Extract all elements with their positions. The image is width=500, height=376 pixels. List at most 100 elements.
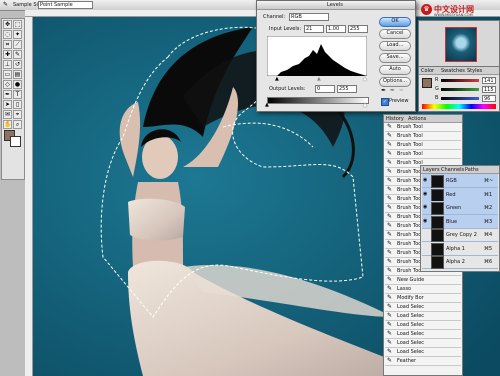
tab-channels[interactable]: Channels xyxy=(441,167,464,173)
hand-icon[interactable]: ✋ xyxy=(3,120,12,129)
shape-icon[interactable]: ▯ xyxy=(13,100,22,109)
output-black-slider[interactable]: ▲ xyxy=(265,102,269,108)
dodge-icon[interactable]: ● xyxy=(13,80,22,89)
history-item-label: Load Selec xyxy=(397,340,425,346)
levels-titlebar[interactable]: Levels xyxy=(257,1,415,10)
channel-row[interactable]: ◉ Red ⌘1 xyxy=(422,187,498,202)
cancel-button[interactable]: Cancel xyxy=(379,29,411,39)
history-item[interactable]: ✎ Load Selec xyxy=(385,348,461,357)
blur-icon[interactable]: ◇ xyxy=(3,80,12,89)
slice-icon[interactable]: ⟋ xyxy=(13,40,22,49)
input-level-white-field[interactable]: 255 xyxy=(348,25,368,33)
heal-icon[interactable]: ✚ xyxy=(3,50,12,59)
white-eyedropper-icon[interactable]: ✒ xyxy=(399,87,404,94)
history-state-icon: ✎ xyxy=(387,267,393,274)
eraser-icon[interactable]: ▭ xyxy=(3,70,12,79)
channel-row[interactable]: Alpha 1 ⌘5 xyxy=(422,242,498,256)
path-select-icon[interactable]: ➤ xyxy=(3,100,12,109)
input-level-gamma-field[interactable]: 1.00 xyxy=(326,25,346,33)
history-item[interactable]: ✎ Load Selec xyxy=(385,303,461,312)
visibility-eye-icon[interactable]: ◉ xyxy=(423,177,427,183)
notes-icon[interactable]: ✉ xyxy=(3,110,12,119)
channel-select[interactable]: RGB xyxy=(289,13,329,21)
slider-r-value[interactable]: 141 xyxy=(482,77,496,84)
wand-icon[interactable]: ✦ xyxy=(13,30,22,39)
history-state-icon: ✎ xyxy=(387,258,393,265)
visibility-eye-icon[interactable]: ◉ xyxy=(423,218,427,224)
history-item[interactable]: ✎ Load Selec xyxy=(385,339,461,348)
output-level-black-field[interactable]: 0 xyxy=(315,85,335,93)
history-item[interactable]: ✎ Modify Bor xyxy=(385,294,461,303)
tab-color[interactable]: Color xyxy=(421,68,434,74)
watermark-sub: WWW.MISSYUAN.COM xyxy=(434,13,473,17)
input-gamma-slider[interactable]: ▲ xyxy=(317,76,321,82)
output-white-slider[interactable]: ▲ xyxy=(363,102,367,108)
navigator-thumbnail[interactable] xyxy=(445,27,477,62)
history-item[interactable]: ✎ Brush Tool xyxy=(385,141,461,150)
tab-swatches[interactable]: Swatches xyxy=(441,68,465,74)
eyedropper-icon[interactable]: ✎ xyxy=(3,1,8,8)
history-item[interactable]: ✎ New Guide xyxy=(385,276,461,285)
brush-icon[interactable]: ✎ xyxy=(13,50,22,59)
slider-b-track[interactable] xyxy=(441,97,479,100)
history-item-label: Brush Tool xyxy=(397,223,423,229)
slider-r-track[interactable] xyxy=(441,79,479,82)
tab-layers[interactable]: Layers xyxy=(423,167,440,173)
ok-button[interactable]: OK xyxy=(379,17,411,27)
history-item[interactable]: ✎ Lasso xyxy=(385,285,461,294)
preview-checkbox[interactable]: ✓ xyxy=(381,98,389,106)
sample-size-select[interactable]: Point Sample xyxy=(38,1,93,9)
history-item[interactable]: ✎ Brush Tool xyxy=(385,123,461,132)
channel-row[interactable]: Alpha 2 ⌘6 xyxy=(422,255,498,269)
navigator-panel xyxy=(418,20,500,67)
auto-button[interactable]: Auto xyxy=(379,65,411,75)
options-button[interactable]: Options... xyxy=(379,77,411,87)
stamp-icon[interactable]: ⊥ xyxy=(3,60,12,69)
history-brush-icon[interactable]: ↺ xyxy=(13,60,22,69)
panel-fg-swatch[interactable] xyxy=(422,78,432,88)
channel-list: ◉ RGB ⌘~ ◉ Red ⌘1 ◉ Green ⌘2 ◉ Blue ⌘3 Grey Copy 2 ⌘4… xyxy=(422,174,498,270)
history-item-label: Brush Tool xyxy=(397,151,423,157)
slider-g-value[interactable]: 115 xyxy=(482,86,496,93)
history-item[interactable]: ✎ Brush Tool xyxy=(385,132,461,141)
channel-row[interactable]: ◉ RGB ⌘~ xyxy=(422,174,498,188)
type-icon[interactable]: T xyxy=(13,90,22,99)
history-item[interactable]: ✎ Load Selec xyxy=(385,330,461,339)
move-icon[interactable]: ✥ xyxy=(3,20,12,29)
spectrum-bar[interactable] xyxy=(422,104,496,109)
background-color-swatch[interactable] xyxy=(10,136,21,147)
input-white-slider[interactable]: ▲ xyxy=(363,76,367,82)
save-button[interactable]: Save... xyxy=(379,53,411,63)
pen-icon[interactable]: ✒ xyxy=(3,90,12,99)
zoom-icon[interactable]: ⌕ xyxy=(13,120,22,129)
history-item[interactable]: ✎ Load Selec xyxy=(385,312,461,321)
input-level-black-field[interactable]: 21 xyxy=(304,25,324,33)
history-item[interactable]: ✎ Feather xyxy=(385,357,461,366)
load-button[interactable]: Load... xyxy=(379,41,411,51)
crop-icon[interactable]: ⌗ xyxy=(3,40,12,49)
watermark-logo: 中文设计网 WWW.MISSYUAN.COM ♛ xyxy=(420,4,498,18)
output-level-white-field[interactable]: 255 xyxy=(337,85,357,93)
history-item[interactable]: ✎ Brush Tool xyxy=(385,150,461,159)
slider-b-value[interactable]: 96 xyxy=(482,95,496,102)
channel-row[interactable]: ◉ Blue ⌘3 xyxy=(422,214,498,229)
visibility-eye-icon[interactable]: ◉ xyxy=(423,204,427,210)
tab-history[interactable]: History xyxy=(386,116,404,122)
lasso-icon[interactable]: ◌ xyxy=(3,30,12,39)
input-black-slider[interactable]: ▲ xyxy=(275,76,279,82)
eyedropper-tool-icon[interactable]: ⌖ xyxy=(13,110,22,119)
slider-g-track[interactable] xyxy=(441,88,479,91)
gray-eyedropper-icon[interactable]: ✒ xyxy=(390,87,395,94)
channel-row[interactable]: Grey Copy 2 ⌘4 xyxy=(422,228,498,242)
gradient-icon[interactable]: ▤ xyxy=(13,70,22,79)
history-item-label: Load Selec xyxy=(397,304,425,310)
channel-row[interactable]: ◉ Green ⌘2 xyxy=(422,201,498,215)
tab-actions[interactable]: Actions xyxy=(408,116,426,122)
slider-g-row: G 115 xyxy=(435,86,497,93)
black-eyedropper-icon[interactable]: ✒ xyxy=(381,87,386,94)
tab-paths[interactable]: Paths xyxy=(465,167,479,173)
history-item[interactable]: ✎ Load Selec xyxy=(385,321,461,330)
tab-styles[interactable]: Styles xyxy=(467,68,482,74)
marquee-icon[interactable]: ⬚ xyxy=(13,20,22,29)
visibility-eye-icon[interactable]: ◉ xyxy=(423,191,427,197)
